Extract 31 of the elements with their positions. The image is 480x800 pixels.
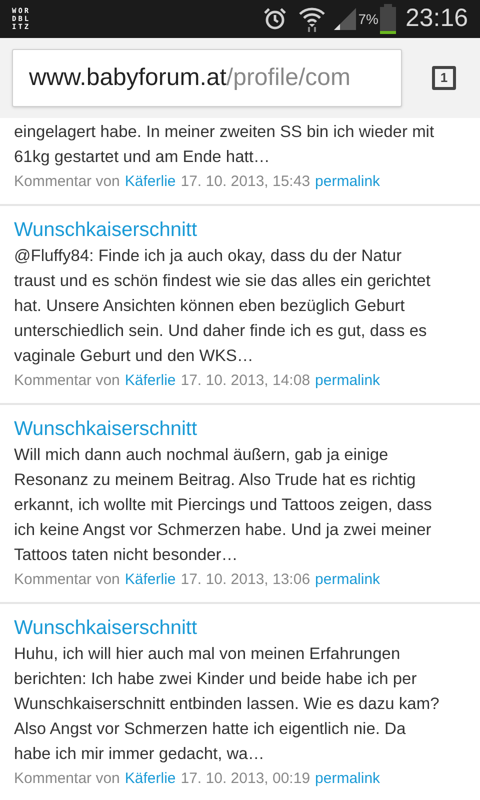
comment-meta-label: Kommentar von: [14, 371, 120, 391]
comment-meta-label: Kommentar von: [14, 172, 120, 192]
comment-text: Will mich dann auch nochmal äußern, gab ja einige Resonanz zu meinem Beitrag. Also Trude hat es richtig erkannt, ich wollte mit Piercings und Tattoos zeigen, dass ich keine Angst vor Schmerzen habe. Und ja zwei meiner Tattoos taten nicht besonder…: [14, 445, 432, 566]
permalink-link[interactable]: permalink: [315, 767, 380, 791]
comment-date: 17. 10. 2013, 13:06: [180, 570, 310, 590]
author-link[interactable]: Käferlie: [124, 369, 176, 393]
permalink-link[interactable]: permalink: [315, 369, 380, 393]
signal-icon: [334, 8, 356, 30]
author-link[interactable]: Käferlie: [124, 767, 176, 791]
battery-percent: 7%: [358, 10, 378, 28]
comment-title-link[interactable]: Wunschkaiserschnitt: [14, 216, 198, 244]
comment-date: 17. 10. 2013, 15:43: [180, 172, 310, 192]
permalink-link[interactable]: permalink: [315, 568, 380, 592]
comment-title-link[interactable]: Wunschkaiserschnitt: [14, 614, 198, 642]
comment-meta-label: Kommentar von: [14, 769, 120, 789]
permalink-link[interactable]: permalink: [315, 170, 380, 194]
battery-icon: [379, 4, 398, 34]
tab-count-button[interactable]: 1: [432, 66, 456, 90]
comment-text: @Fluffy84: Finde ich ja auch okay, dass du der Natur traust und es schön findest wie sie das alles ein gerichtet hat. Unsere Ansichten können eben bezüglich Geburt unterschiedlich sein. Und daher finde ich es gut, dass es vaginale Geburt und den WKS…: [14, 246, 430, 367]
clock-time: 23:16: [405, 3, 468, 34]
url-field[interactable]: www.babyforum.at/profile/com: [12, 49, 402, 107]
comment-text: Huhu, ich will hier auch mal von meinen Erfahrungen berichten: Ich habe zwei Kinder und beide habe ich per Wunschkaiserschnitt entbinden lassen. Wie es dazu kam? Also Angst vor Schmerzen hatte ich eigentlich nie. Da habe ich mir immer gedacht, wa…: [14, 644, 440, 765]
comment-title-link[interactable]: Wunschkaiserschnitt: [14, 415, 198, 443]
comment-meta-label: Kommentar von: [14, 570, 120, 590]
author-link[interactable]: Käferlie: [124, 170, 176, 194]
comment-date: 17. 10. 2013, 14:08: [180, 371, 310, 391]
comment-date: 17. 10. 2013, 00:19: [180, 769, 310, 789]
wifi-icon: [298, 6, 326, 32]
alarm-icon: [262, 6, 288, 32]
comment-text: eingelagert habe. In meiner zweiten SS bin ich wieder mit 61kg gestartet und am Ende hatt…: [14, 122, 434, 168]
author-link[interactable]: Käferlie: [124, 568, 176, 592]
